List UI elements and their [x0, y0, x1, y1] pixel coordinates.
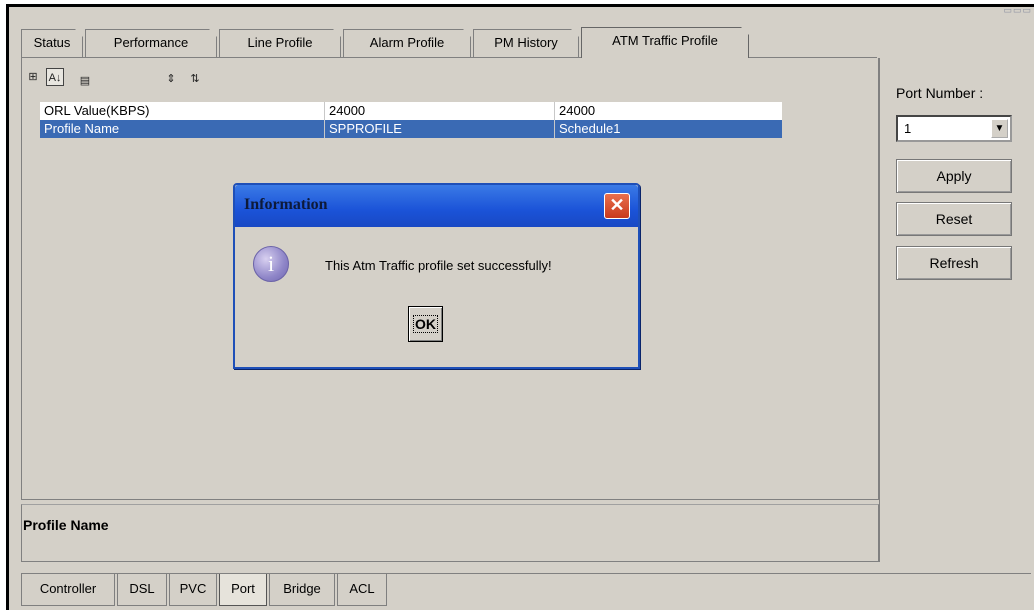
- tab-dsl[interactable]: DSL: [117, 574, 167, 606]
- tab-status[interactable]: Status: [21, 29, 83, 57]
- categorized-view-icon[interactable]: ⊞: [24, 68, 42, 86]
- reset-button[interactable]: Reset: [896, 202, 1012, 236]
- tab-bridge[interactable]: Bridge: [269, 574, 335, 606]
- ok-button[interactable]: OK: [408, 306, 443, 342]
- tab-performance[interactable]: Performance: [85, 29, 217, 57]
- port-number-value: 1: [904, 121, 912, 136]
- chevron-down-icon[interactable]: ▼: [991, 119, 1008, 138]
- tab-port[interactable]: Port: [219, 574, 267, 606]
- tab-controller[interactable]: Controller: [21, 574, 115, 606]
- port-control-panel: Port Number : 1 ▼ Apply Reset Refresh: [879, 58, 1034, 562]
- tab-acl[interactable]: ACL: [337, 574, 387, 606]
- tab-pvc[interactable]: PVC: [169, 574, 217, 606]
- port-number-label: Port Number :: [896, 85, 984, 101]
- property-value-2[interactable]: 24000: [554, 102, 782, 120]
- table-row[interactable]: ORL Value(KBPS) 24000 24000: [40, 102, 782, 120]
- tab-atm-traffic-profile[interactable]: ATM Traffic Profile: [581, 27, 749, 58]
- description-title: Profile Name: [23, 517, 109, 533]
- port-number-select[interactable]: 1 ▼: [896, 115, 1012, 142]
- sort-alphabetical-icon[interactable]: A↓: [46, 68, 64, 86]
- description-toggle-icon[interactable]: ▤: [76, 72, 94, 90]
- tab-alarm-profile[interactable]: Alarm Profile: [343, 29, 471, 57]
- table-row-selected[interactable]: Profile Name SPPROFILE Schedule1: [40, 120, 782, 138]
- dialog-title-bar[interactable]: Information ✕: [235, 185, 638, 227]
- close-icon[interactable]: ✕: [604, 193, 630, 219]
- refresh-button[interactable]: Refresh: [896, 246, 1012, 280]
- apply-button[interactable]: Apply: [896, 159, 1012, 193]
- collapse-all-icon[interactable]: ⇅: [186, 70, 204, 88]
- property-value-1[interactable]: SPPROFILE: [324, 120, 554, 138]
- property-value-1[interactable]: 24000: [324, 102, 554, 120]
- tab-line-profile[interactable]: Line Profile: [219, 29, 341, 57]
- tab-pm-history[interactable]: PM History: [473, 29, 579, 57]
- expand-all-icon[interactable]: ⇕: [162, 70, 180, 88]
- dialog-title: Information: [244, 196, 328, 213]
- property-name: Profile Name: [44, 121, 120, 136]
- dialog-message: This Atm Traffic profile set successfull…: [325, 258, 552, 273]
- property-name: ORL Value(KBPS): [44, 103, 150, 118]
- info-icon: i: [253, 246, 289, 282]
- information-dialog: Information ✕ i This Atm Traffic profile…: [233, 183, 640, 369]
- description-pane: Profile Name: [21, 504, 879, 562]
- ok-button-label: OK: [413, 315, 438, 333]
- window-controls-icon[interactable]: ▭▭▭: [1003, 7, 1032, 16]
- property-value-2[interactable]: Schedule1: [554, 120, 782, 138]
